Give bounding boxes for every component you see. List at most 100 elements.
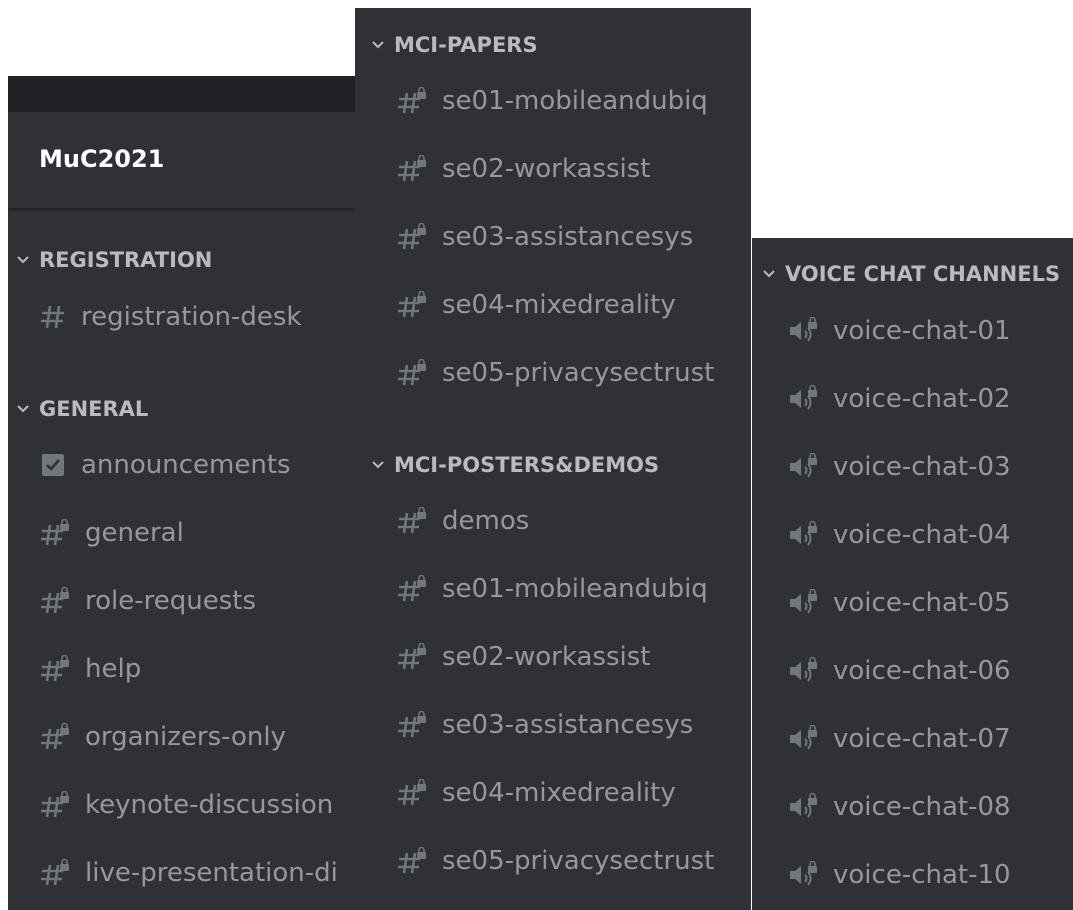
locked-speaker-icon bbox=[790, 521, 817, 546]
channel-name: se03-assistancesys bbox=[442, 710, 694, 740]
locked-hash-icon bbox=[41, 859, 69, 886]
category-mci-papers[interactable]: MCI-PAPERS bbox=[370, 33, 538, 57]
channel-voice-chat-04[interactable]: voice-chat-04 bbox=[787, 520, 1011, 550]
channel-name: voice-chat-07 bbox=[833, 724, 1011, 754]
channel-announcements[interactable]: announcements bbox=[39, 450, 291, 480]
chevron-down-icon bbox=[372, 461, 384, 469]
channel-name: voice-chat-03 bbox=[833, 452, 1011, 482]
channel-voice-chat-08[interactable]: voice-chat-08 bbox=[787, 792, 1011, 822]
channel-name: voice-chat-08 bbox=[833, 792, 1011, 822]
channel-sidebar-middle: MCI-PAPERS se01-mobileandubiq se02-worka… bbox=[355, 8, 751, 910]
category-general[interactable]: GENERAL bbox=[15, 397, 148, 421]
channel-se02-workassist[interactable]: se02-workassist bbox=[396, 154, 650, 184]
locked-hash-icon bbox=[398, 643, 426, 670]
channel-name: se05-privacysectrust bbox=[442, 358, 715, 388]
channel-name: demos bbox=[442, 506, 530, 536]
locked-hash-icon bbox=[41, 723, 69, 750]
channel-se03-assistancesys[interactable]: se03-assistancesys bbox=[396, 222, 693, 252]
category-label: GENERAL bbox=[39, 397, 149, 421]
channel-se05-privacysectrust[interactable]: se05-privacysectrust bbox=[396, 846, 714, 876]
channel-se03-assistancesys[interactable]: se03-assistancesys bbox=[396, 710, 693, 740]
locked-speaker-icon bbox=[790, 317, 817, 342]
channel-name: role-requests bbox=[85, 586, 257, 616]
locked-hash-icon bbox=[41, 519, 69, 546]
category-label: MCI-PAPERS bbox=[394, 33, 538, 57]
channel-se02-workassist[interactable]: se02-workassist bbox=[396, 642, 650, 672]
channel-se04-mixedreality[interactable]: se04-mixedreality bbox=[396, 778, 676, 808]
channel-name: voice-chat-04 bbox=[833, 520, 1011, 550]
locked-hash-icon bbox=[398, 87, 426, 114]
category-label: REGISTRATION bbox=[39, 248, 213, 272]
hash-icon bbox=[41, 305, 64, 329]
channel-name: se01-mobileandubiq bbox=[442, 86, 708, 116]
chevron-down-icon bbox=[17, 405, 29, 413]
locked-speaker-icon bbox=[790, 385, 817, 410]
chevron-down-icon bbox=[372, 41, 384, 49]
locked-hash-icon bbox=[41, 655, 69, 682]
channel-registration-desk[interactable]: registration-desk bbox=[39, 302, 302, 332]
channel-name: se01-mobileandubiq bbox=[442, 574, 708, 604]
channel-name: se04-mixedreality bbox=[442, 778, 676, 808]
channel-name: registration-desk bbox=[81, 302, 302, 332]
locked-speaker-icon bbox=[790, 453, 817, 478]
channel-voice-chat-10[interactable]: voice-chat-10 bbox=[787, 860, 1011, 890]
channel-se05-privacysectrust[interactable]: se05-privacysectrust bbox=[396, 358, 714, 388]
locked-speaker-icon bbox=[790, 725, 817, 750]
channel-help[interactable]: help bbox=[39, 654, 141, 684]
locked-hash-icon bbox=[41, 791, 69, 818]
locked-hash-icon bbox=[398, 155, 426, 182]
channel-general[interactable]: general bbox=[39, 518, 184, 548]
locked-hash-icon bbox=[41, 587, 69, 614]
channel-name: voice-chat-10 bbox=[833, 860, 1011, 890]
locked-hash-icon bbox=[398, 711, 426, 738]
announcement-icon bbox=[42, 454, 64, 476]
locked-speaker-icon bbox=[790, 861, 817, 886]
locked-hash-icon bbox=[398, 291, 426, 318]
channel-voice-chat-03[interactable]: voice-chat-03 bbox=[787, 452, 1011, 482]
channel-name: organizers-only bbox=[85, 722, 287, 752]
channel-name: help bbox=[85, 654, 142, 684]
category-voice-chat-channels[interactable]: VOICE CHAT CHANNELS bbox=[761, 262, 1060, 286]
locked-hash-icon bbox=[398, 359, 426, 386]
channel-name: keynote-discussion bbox=[85, 790, 334, 820]
channel-name: se02-workassist bbox=[442, 154, 651, 184]
channel-name: se04-mixedreality bbox=[442, 290, 676, 320]
channel-live-presentation[interactable]: live-presentation-di bbox=[39, 858, 338, 888]
channel-name: voice-chat-06 bbox=[833, 656, 1011, 686]
channel-organizers-only[interactable]: organizers-only bbox=[39, 722, 286, 752]
channel-name: general bbox=[85, 518, 184, 548]
channel-name: live-presentation-di bbox=[85, 858, 338, 888]
channel-se04-mixedreality[interactable]: se04-mixedreality bbox=[396, 290, 676, 320]
channel-demos[interactable]: demos bbox=[396, 506, 529, 536]
channel-voice-chat-02[interactable]: voice-chat-02 bbox=[787, 384, 1011, 414]
channel-se01-mobileandubiq[interactable]: se01-mobileandubiq bbox=[396, 574, 708, 604]
channel-name: announcements bbox=[81, 450, 291, 480]
server-header[interactable]: MuC2021 bbox=[8, 112, 358, 208]
channel-sidebar-right: VOICE CHAT CHANNELS voice-chat-01 voice-… bbox=[752, 238, 1073, 910]
channel-name: se05-privacysectrust bbox=[442, 846, 715, 876]
category-registration[interactable]: REGISTRATION bbox=[15, 248, 212, 272]
chevron-down-icon bbox=[17, 256, 29, 264]
locked-hash-icon bbox=[398, 847, 426, 874]
channel-name: se02-workassist bbox=[442, 642, 651, 672]
channel-se01-mobileandubiq[interactable]: se01-mobileandubiq bbox=[396, 86, 708, 116]
channel-name: voice-chat-01 bbox=[833, 316, 1011, 346]
server-name: MuC2021 bbox=[39, 145, 165, 173]
channel-name: se03-assistancesys bbox=[442, 222, 694, 252]
channel-voice-chat-06[interactable]: voice-chat-06 bbox=[787, 656, 1011, 686]
channel-name: voice-chat-05 bbox=[833, 588, 1011, 618]
locked-hash-icon bbox=[398, 575, 426, 602]
channel-keynote-discussion[interactable]: keynote-discussion bbox=[39, 790, 333, 820]
channel-sidebar-left: MuC2021 REGISTRATION registration-desk G… bbox=[8, 76, 358, 910]
window-top-bar bbox=[8, 76, 358, 112]
channel-voice-chat-05[interactable]: voice-chat-05 bbox=[787, 588, 1011, 618]
channel-voice-chat-07[interactable]: voice-chat-07 bbox=[787, 724, 1011, 754]
channel-role-requests[interactable]: role-requests bbox=[39, 586, 256, 616]
category-label: VOICE CHAT CHANNELS bbox=[785, 262, 1061, 286]
category-mci-posters-demos[interactable]: MCI-POSTERS&DEMOS bbox=[370, 453, 659, 477]
channel-voice-chat-01[interactable]: voice-chat-01 bbox=[787, 316, 1011, 346]
locked-hash-icon bbox=[398, 223, 426, 250]
locked-hash-icon bbox=[398, 507, 426, 534]
locked-speaker-icon bbox=[790, 657, 817, 682]
category-label: MCI-POSTERS&DEMOS bbox=[394, 453, 660, 477]
